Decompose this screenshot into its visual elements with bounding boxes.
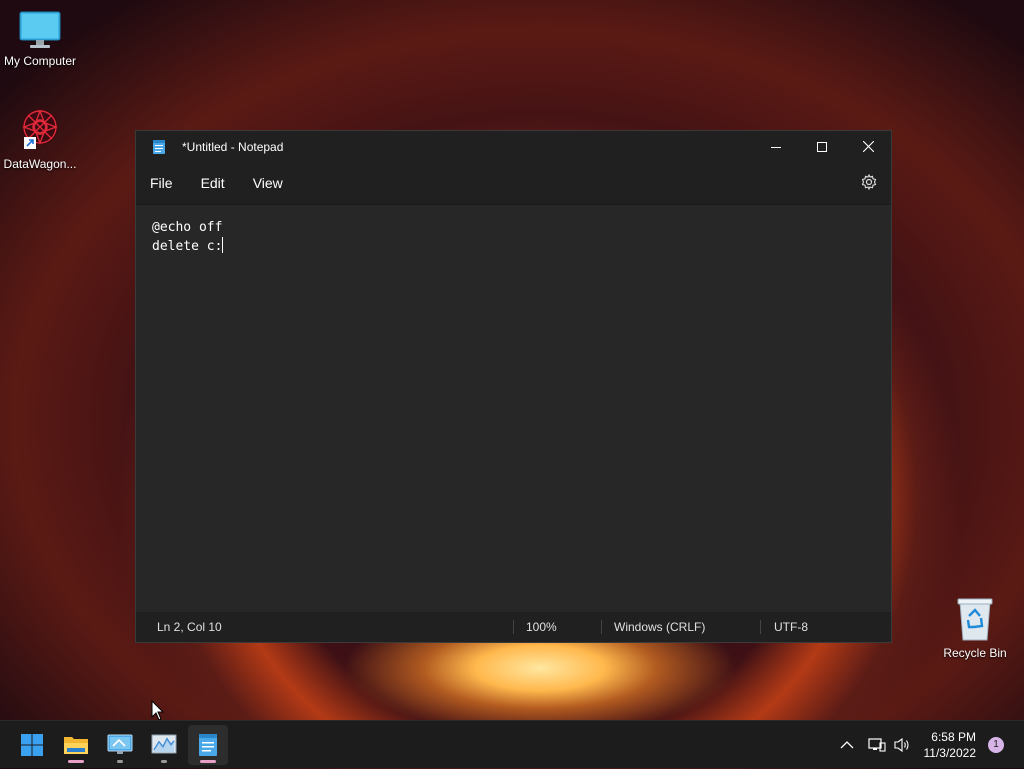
folder-icon: [64, 737, 88, 754]
desktop-icon-label: My Computer: [3, 54, 77, 68]
menu-view[interactable]: View: [239, 162, 297, 204]
running-indicator: [117, 760, 123, 763]
close-icon: [862, 141, 874, 152]
line-ending: Windows (CRLF): [614, 620, 706, 634]
minimize-button[interactable]: [753, 131, 799, 162]
menu-edit[interactable]: Edit: [187, 162, 239, 204]
menu-bar: File Edit View: [136, 162, 891, 205]
editor-line: @echo off: [152, 220, 223, 235]
maximize-button[interactable]: [799, 131, 845, 162]
taskbar-remote-desktop[interactable]: [100, 725, 140, 765]
running-indicator: [200, 760, 216, 763]
desktop-icon-label: DataWagon...: [3, 157, 77, 171]
clock[interactable]: 6:58 PM 11/3/2022: [924, 729, 977, 761]
clock-time: 6:58 PM: [931, 730, 976, 744]
close-button[interactable]: [845, 131, 891, 162]
performance-chart-icon: [151, 734, 177, 754]
window-title: *Untitled - Notepad: [182, 139, 284, 154]
desktop-icon-datawagon[interactable]: DataWagon...: [0, 105, 80, 171]
cursor-position: Ln 2, Col 10: [157, 620, 222, 634]
zoom-level: 100%: [526, 620, 557, 634]
notepad-app-icon: [153, 139, 165, 154]
running-indicator: [161, 760, 167, 763]
running-indicator: [68, 760, 84, 763]
taskbar: 6:58 PM 11/3/2022 1: [0, 720, 1024, 768]
start-button[interactable]: [12, 725, 52, 765]
network-icon[interactable]: [868, 737, 886, 753]
maximize-icon: [817, 141, 827, 152]
status-separator: [760, 620, 761, 634]
windows-logo-icon: [21, 734, 43, 756]
minimize-icon: [771, 146, 781, 148]
text-editor[interactable]: @echo off delete c:: [136, 205, 891, 612]
desktop-icon-label: Recycle Bin: [943, 646, 1007, 660]
notepad-window: *Untitled - Notepad File Edit View @echo…: [135, 130, 892, 643]
title-bar[interactable]: *Untitled - Notepad: [136, 131, 891, 162]
remote-desktop-icon: [107, 734, 133, 754]
editor-line-with-caret: delete c:: [152, 237, 875, 255]
chevron-up-icon[interactable]: [840, 740, 854, 750]
status-bar: Ln 2, Col 10 100% Windows (CRLF) UTF-8: [136, 612, 891, 642]
monitor-icon: [19, 11, 61, 48]
encoding: UTF-8: [774, 620, 808, 634]
notepad-icon: [199, 734, 217, 756]
taskbar-performance-monitor[interactable]: [144, 725, 184, 765]
editor-line-text: delete c:: [152, 239, 223, 254]
taskbar-file-explorer[interactable]: [56, 725, 96, 765]
notification-badge[interactable]: 1: [988, 737, 1004, 753]
clock-date: 11/3/2022: [923, 746, 977, 760]
desktop-icon-recycle-bin[interactable]: Recycle Bin: [935, 596, 1015, 660]
volume-icon[interactable]: [894, 737, 912, 753]
mouse-pointer-icon: [151, 700, 165, 721]
system-tray: [840, 721, 912, 769]
status-separator: [601, 620, 602, 634]
datawagon-shortcut-icon: [22, 109, 58, 149]
settings-gear-icon[interactable]: [861, 174, 877, 190]
text-caret: [222, 237, 224, 253]
desktop-icon-my-computer[interactable]: My Computer: [0, 10, 80, 68]
menu-file[interactable]: File: [136, 162, 187, 204]
taskbar-notepad[interactable]: [188, 725, 228, 765]
recycle-bin-icon: [957, 598, 993, 641]
status-separator: [513, 620, 514, 634]
